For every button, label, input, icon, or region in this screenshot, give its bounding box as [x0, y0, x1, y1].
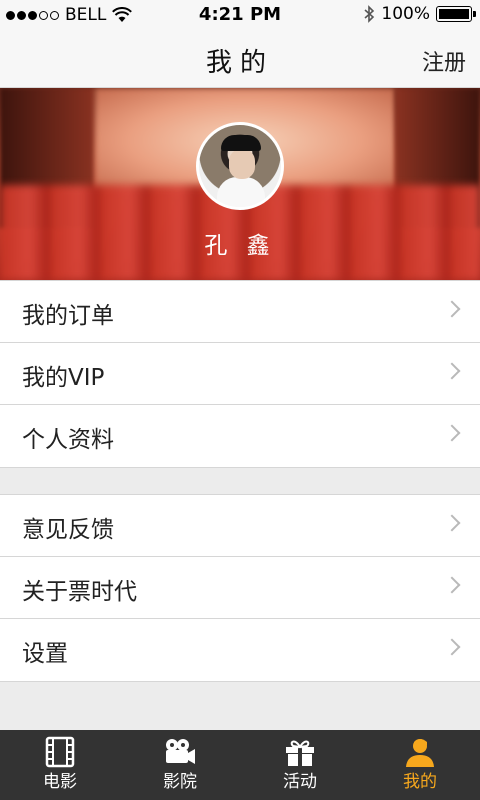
menu-item-label: 个人资料 — [22, 427, 114, 453]
register-button[interactable]: 注册 — [422, 45, 466, 77]
film-icon — [45, 736, 75, 768]
menu-item-label: 关于票时代 — [22, 579, 137, 605]
profile-header: 孔 鑫 — [0, 88, 480, 280]
navigation-bar: 我的 注册 — [0, 30, 480, 88]
camera-icon — [166, 739, 195, 764]
user-icon — [406, 739, 434, 767]
menu-item-label: 设置 — [22, 641, 68, 667]
tab-label: 活动 — [283, 772, 317, 792]
menu-item-about[interactable]: 关于票时代 — [0, 557, 480, 619]
chevron-right-icon — [443, 424, 461, 442]
chevron-right-icon — [443, 638, 461, 656]
chevron-right-icon — [443, 300, 461, 318]
chevron-right-icon — [443, 576, 461, 594]
menu-item-orders[interactable]: 我的订单 — [0, 281, 480, 343]
tab-label: 电影 — [43, 772, 77, 792]
username: 孔 鑫 — [204, 233, 276, 259]
chevron-right-icon — [443, 362, 461, 380]
tab-mine[interactable]: 我的 — [360, 730, 480, 800]
status-bar: BELL 4:21 PM 100% — [0, 0, 480, 30]
bluetooth-icon — [364, 5, 375, 23]
tab-cinemas[interactable]: 影院 — [120, 730, 240, 800]
battery-icon — [436, 6, 476, 22]
menu-group-account: 我的订单 我的VIP 个人资料 — [0, 280, 480, 468]
battery-percent: 100% — [381, 4, 430, 24]
menu-item-vip[interactable]: 我的VIP — [0, 343, 480, 405]
tab-label: 影院 — [163, 772, 197, 792]
tab-bar: 电影 影院 活动 我的 — [0, 730, 480, 800]
menu-item-settings[interactable]: 设置 — [0, 619, 480, 681]
avatar[interactable] — [196, 122, 284, 210]
menu-item-label: 我的VIP — [22, 365, 105, 391]
tab-label: 我的 — [403, 772, 437, 792]
tab-movies[interactable]: 电影 — [0, 730, 120, 800]
page-title: 我的 — [205, 48, 274, 78]
chevron-right-icon — [443, 514, 461, 532]
menu-item-profile[interactable]: 个人资料 — [0, 405, 480, 467]
tab-activities[interactable]: 活动 — [240, 730, 360, 800]
gift-icon — [286, 740, 314, 766]
menu-item-feedback[interactable]: 意见反馈 — [0, 495, 480, 557]
menu-group-app: 意见反馈 关于票时代 设置 — [0, 494, 480, 682]
menu-item-label: 我的订单 — [22, 303, 114, 329]
menu-item-label: 意见反馈 — [22, 517, 114, 543]
